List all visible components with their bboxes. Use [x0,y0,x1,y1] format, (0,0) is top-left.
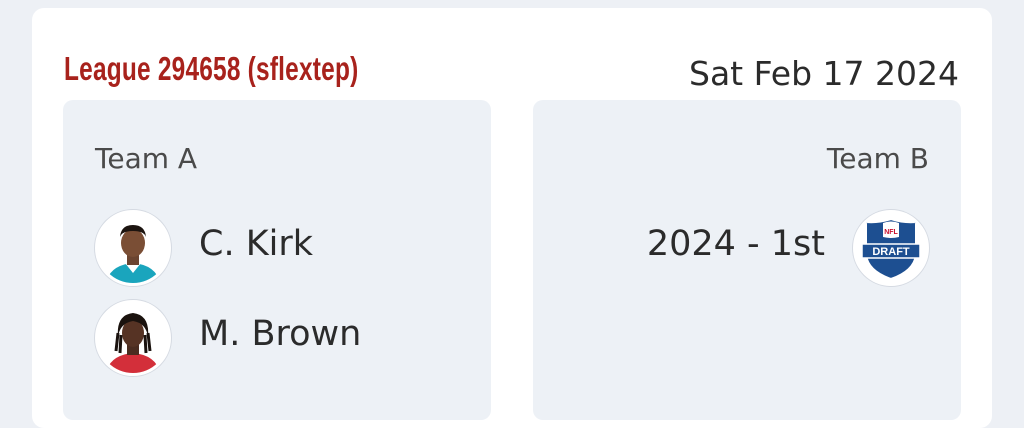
trade-date: Sat Feb 17 2024 [689,54,959,93]
draft-pick-row[interactable]: 2024 - 1st NFL DRAFT [549,210,929,286]
team-a-panel: Team A C. Kirk M. Brown [63,100,491,420]
player-avatar [95,210,171,286]
draft-pick-label: 2024 - 1st [646,224,825,264]
trade-card: League 294658 (sflextep) Sat Feb 17 2024… [32,8,992,428]
player-name: M. Brown [199,314,362,354]
player-row[interactable]: M. Brown [95,300,475,376]
team-b-label: Team B [826,142,929,175]
team-b-panel: Team B 2024 - 1st NFL DRAFT [533,100,961,420]
player-headshot-icon [98,303,168,373]
league-title[interactable]: League 294658 (sflextep) [64,50,358,88]
team-a-label: Team A [95,142,198,175]
nfl-draft-logo-icon: NFL DRAFT [856,213,926,283]
draft-badge-text: DRAFT [872,246,910,258]
player-avatar [95,300,171,376]
draft-pick-avatar: NFL DRAFT [853,210,929,286]
player-name: C. Kirk [199,224,314,264]
player-row[interactable]: C. Kirk [95,210,475,286]
player-headshot-icon [98,213,168,283]
draft-badge-top: NFL [884,229,898,236]
